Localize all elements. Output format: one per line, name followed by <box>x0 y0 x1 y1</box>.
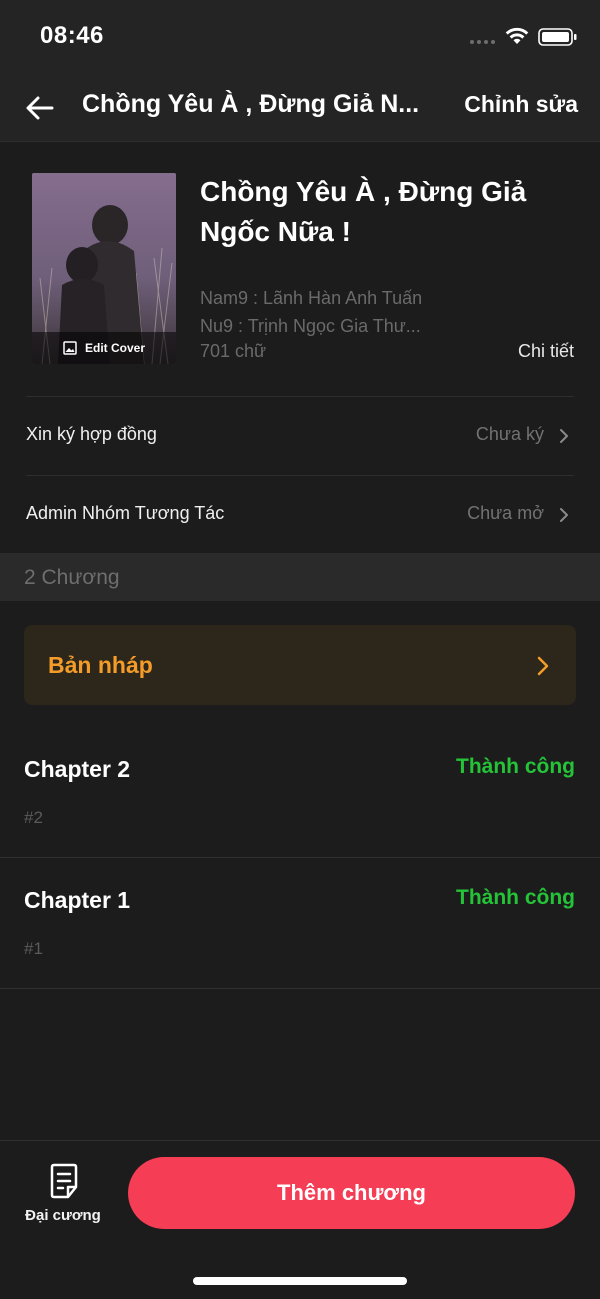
chapter-number: #2 <box>24 808 43 827</box>
edit-cover-label: Edit Cover <box>84 341 145 355</box>
book-title: Chồng Yêu À , Đừng Giả Ngốc Nữa ! <box>200 176 527 247</box>
book-cover[interactable]: Edit Cover <box>32 173 176 364</box>
chevron-right-icon <box>560 508 568 522</box>
edit-cover-button[interactable]: Edit Cover <box>32 332 176 364</box>
word-count: 701 chữ <box>200 341 267 361</box>
chapter-item[interactable]: Chapter 1 Thành công #1 <box>0 858 600 989</box>
chapter-name: Chapter 1 <box>24 887 131 913</box>
status-time: 08:46 <box>40 22 104 49</box>
battery-icon <box>538 28 577 46</box>
book-meta-line: Nam9 : Lãnh Hàn Anh Tuấn <box>200 288 423 308</box>
document-icon <box>50 1163 78 1199</box>
setting-label: Xin ký hợp đồng <box>26 424 157 444</box>
bottom-bar: Đại cương Thêm chương <box>0 1140 600 1299</box>
setting-value: Chưa mở <box>467 503 544 523</box>
back-arrow-icon[interactable] <box>22 90 58 126</box>
signal-icon <box>470 40 495 44</box>
chapter-status: Thành công <box>456 886 575 909</box>
chapters-count: 2 Chương <box>24 566 120 589</box>
admin-group-row[interactable]: Admin Nhóm Tương Tác Chưa mở <box>26 475 574 554</box>
chapter-item[interactable]: Chapter 2 Thành công #2 <box>0 727 600 858</box>
status-bar: 08:46 <box>0 0 600 72</box>
contract-row[interactable]: Xin ký hợp đồng Chưa ký <box>26 396 574 475</box>
edit-button[interactable]: Chỉnh sửa <box>464 91 578 118</box>
setting-value: Chưa ký <box>475 424 544 444</box>
chapter-name: Chapter 2 <box>24 756 131 782</box>
wifi-icon <box>505 27 529 44</box>
setting-label: Admin Nhóm Tương Tác <box>26 503 225 523</box>
image-icon <box>63 341 77 355</box>
page-title: Chồng Yêu À , Đừng Giả N... <box>82 90 420 118</box>
chevron-right-icon <box>537 656 549 676</box>
draft-label: Bản nháp <box>48 652 153 678</box>
chapters-header: 2 Chương <box>0 553 600 601</box>
book-meta-line: Nu9 : Trịnh Ngọc Gia Thư... <box>200 316 421 336</box>
chevron-right-icon <box>560 429 568 443</box>
outline-button[interactable]: Đại cương <box>18 1161 108 1231</box>
outline-label: Đại cương <box>25 1207 101 1224</box>
add-chapter-button[interactable]: Thêm chương <box>128 1157 575 1229</box>
detail-link[interactable]: Chi tiết <box>518 341 574 362</box>
draft-card[interactable]: Bản nháp <box>24 625 576 705</box>
chapter-status: Thành công <box>456 755 575 778</box>
chapter-number: #1 <box>24 939 43 958</box>
nav-bar: Chồng Yêu À , Đừng Giả N... Chỉnh sửa <box>0 72 600 142</box>
home-indicator[interactable] <box>193 1277 407 1285</box>
